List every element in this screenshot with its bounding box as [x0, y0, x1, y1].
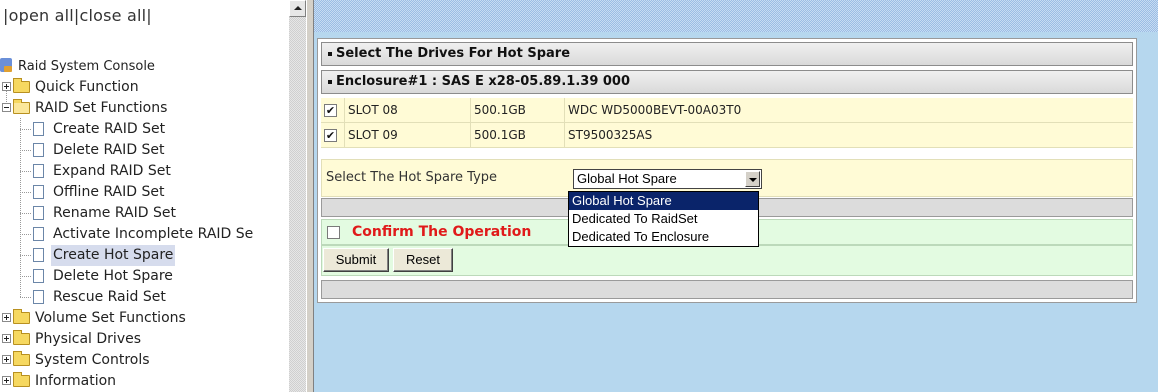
- tree-folder-physical-drives[interactable]: Physical Drives: [0, 329, 292, 350]
- tree-folder-quick-function[interactable]: Quick Function: [0, 77, 292, 98]
- bullet-icon: [328, 51, 332, 56]
- tree-item-rescue-raid-set[interactable]: Rescue Raid Set: [0, 287, 292, 308]
- option-dedicated-to-enclosure[interactable]: Dedicated To Enclosure: [569, 228, 758, 246]
- tree-item-rename-raid-set[interactable]: Rename RAID Set: [0, 203, 292, 224]
- tree-item-label: RAID Set Functions: [35, 100, 168, 116]
- section-header: Select The Drives For Hot Spare: [321, 42, 1133, 66]
- page-icon: [33, 143, 44, 157]
- page-icon: [33, 290, 44, 304]
- hot-spare-type-value: Global Hot Spare: [577, 171, 677, 186]
- close-all-link[interactable]: close all: [80, 6, 147, 25]
- drive-model: WDC WD5000BEVT-00A03T0: [568, 103, 742, 117]
- folder-open-icon: [13, 99, 30, 114]
- dropdown-arrow-icon[interactable]: [745, 171, 760, 187]
- tree-root-label: Raid System Console: [18, 59, 155, 74]
- enclosure-title: Enclosure#1 : SAS E x28-05.89.1.39 000: [336, 74, 631, 89]
- nav-scrollbar[interactable]: [289, 0, 306, 392]
- page-icon: [33, 185, 44, 199]
- page-icon: [33, 164, 44, 178]
- tree-item-label: Offline RAID Set: [53, 184, 165, 200]
- tree-item-create-raid-set[interactable]: Create RAID Set: [0, 119, 292, 140]
- reset-button[interactable]: Reset: [393, 248, 453, 272]
- confirm-label: Confirm The Operation: [352, 224, 532, 240]
- section-title: Select The Drives For Hot Spare: [336, 46, 571, 61]
- drive-model: ST9500325AS: [568, 128, 653, 142]
- drive-capacity: 500.1GB: [471, 123, 565, 147]
- confirm-checkbox[interactable]: [327, 226, 340, 239]
- drive-slot: SLOT 09: [345, 123, 471, 147]
- action-row: Submit Reset: [321, 245, 1133, 276]
- tree-item-label: Activate Incomplete RAID Se: [53, 226, 254, 242]
- tree-item-label: Delete RAID Set: [53, 142, 165, 158]
- tree-item-label: System Controls: [35, 352, 150, 368]
- expand-plus-icon[interactable]: [2, 313, 11, 322]
- tree-item-label: Expand RAID Set: [53, 163, 171, 179]
- folder-icon: [13, 309, 30, 324]
- expand-plus-icon[interactable]: [2, 334, 11, 343]
- page-icon: [33, 227, 44, 241]
- page-icon: [33, 248, 44, 262]
- hot-spare-type-options: Global Hot Spare Dedicated To RaidSet De…: [568, 191, 759, 247]
- drive-checkbox[interactable]: ✔: [324, 129, 337, 142]
- tree-item-label: Volume Set Functions: [35, 310, 186, 326]
- folder-icon: [13, 372, 30, 387]
- tree-item-label: Create RAID Set: [53, 121, 166, 137]
- drive-capacity: 500.1GB: [471, 98, 565, 122]
- top-pattern-bar: [314, 0, 1158, 32]
- drive-row: ✔ SLOT 09 500.1GB ST9500325AS: [321, 123, 1133, 148]
- expand-plus-icon[interactable]: [2, 82, 11, 91]
- scroll-up-arrow-icon[interactable]: [289, 0, 306, 17]
- open-all-link[interactable]: open all: [9, 6, 74, 25]
- tree-item-delete-hot-spare[interactable]: Delete Hot Spare: [0, 266, 292, 287]
- tree-item-label-selected: Create Hot Spare: [51, 245, 176, 266]
- expand-plus-icon[interactable]: [2, 376, 11, 385]
- tree-item-label: Information: [35, 373, 117, 389]
- tree-item-activate-incomplete-raid-set[interactable]: Activate Incomplete RAID Se: [0, 224, 292, 245]
- folder-icon: [13, 330, 30, 345]
- tree-folder-system-controls[interactable]: System Controls: [0, 350, 292, 371]
- footer-bar: [321, 280, 1133, 299]
- collapse-minus-icon[interactable]: [2, 103, 11, 112]
- option-dedicated-to-raidset[interactable]: Dedicated To RaidSet: [569, 210, 758, 228]
- hot-spare-type-label: Select The Hot Spare Type: [326, 170, 498, 185]
- drive-slot: SLOT 08: [345, 98, 471, 122]
- navigation-tree: Raid System Console Quick Function RAID …: [0, 56, 292, 392]
- page-icon: [33, 269, 44, 283]
- drive-checkbox[interactable]: ✔: [324, 104, 337, 117]
- tree-item-label: Quick Function: [35, 79, 139, 95]
- tree-folder-information[interactable]: Information: [0, 371, 292, 392]
- folder-icon: [13, 78, 30, 93]
- hot-spare-form: Select The Drives For Hot Spare Enclosur…: [317, 38, 1137, 303]
- drive-select-cell: ✔: [321, 123, 345, 147]
- drive-select-cell: ✔: [321, 98, 345, 122]
- open-close-toggle: |open all|close all|: [3, 6, 152, 25]
- tree-item-label: Rescue Raid Set: [53, 289, 166, 305]
- tree-item-expand-raid-set[interactable]: Expand RAID Set: [0, 161, 292, 182]
- page-icon: [33, 122, 44, 136]
- tree-item-offline-raid-set[interactable]: Offline RAID Set: [0, 182, 292, 203]
- tree-folder-raid-set-functions[interactable]: RAID Set Functions: [0, 98, 292, 119]
- expand-plus-icon[interactable]: [2, 355, 11, 364]
- folder-icon: [13, 351, 30, 366]
- tree-root[interactable]: Raid System Console: [0, 56, 292, 77]
- tree-folder-volume-set-functions[interactable]: Volume Set Functions: [0, 308, 292, 329]
- tree-item-create-hot-spare[interactable]: Create Hot Spare: [0, 245, 292, 266]
- tree-item-label: Rename RAID Set: [53, 205, 176, 221]
- option-global-hot-spare[interactable]: Global Hot Spare: [569, 192, 758, 210]
- raid-console-icon: [0, 58, 12, 72]
- hot-spare-type-select[interactable]: Global Hot Spare: [573, 169, 762, 189]
- navigation-frame: |open all|close all| Raid System Console…: [0, 0, 306, 392]
- drive-row: ✔ SLOT 08 500.1GB WDC WD5000BEVT-00A03T0: [321, 98, 1133, 123]
- submit-button[interactable]: Submit: [323, 248, 389, 272]
- separator: |: [146, 6, 152, 25]
- tree-item-label: Physical Drives: [35, 331, 142, 347]
- frame-divider[interactable]: [306, 0, 314, 392]
- bullet-icon: [328, 79, 332, 84]
- page-icon: [33, 206, 44, 220]
- tree-item-delete-raid-set[interactable]: Delete RAID Set: [0, 140, 292, 161]
- enclosure-header: Enclosure#1 : SAS E x28-05.89.1.39 000: [321, 70, 1133, 94]
- tree-item-label: Delete Hot Spare: [53, 268, 173, 284]
